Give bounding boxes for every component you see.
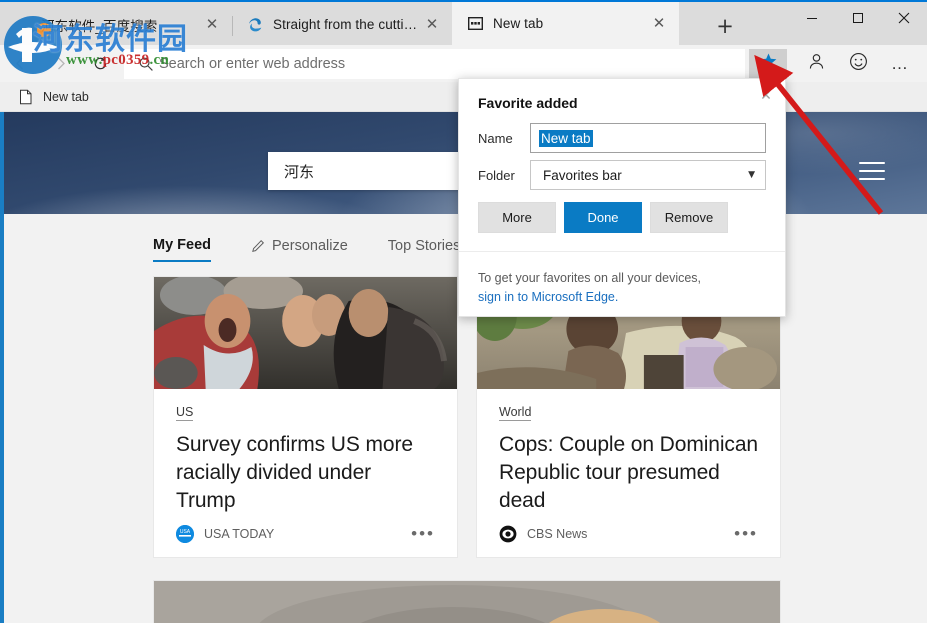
news-card[interactable]: US Survey confirms US more racially divi… xyxy=(153,276,458,558)
news-card-source: USA TODAY xyxy=(204,527,275,541)
card-row: US Survey confirms US more racially divi… xyxy=(153,276,853,558)
baidu-icon xyxy=(14,16,32,34)
toolbar-right-actions: … xyxy=(749,48,927,80)
tab-divider xyxy=(232,16,233,36)
star-icon xyxy=(759,52,778,76)
dialog-note-text: To get your favorites on all your device… xyxy=(478,271,702,285)
address-placeholder: Search or enter web address xyxy=(159,55,346,72)
favorite-added-dialog: ✕ Favorite added Name New tab Folder Fav… xyxy=(458,78,786,317)
tab-baidu[interactable]: 河东软件_百度搜索 ✕ xyxy=(0,4,232,45)
dialog-close-icon[interactable]: ✕ xyxy=(755,85,777,107)
dialog-buttons: More Done Remove xyxy=(478,202,736,233)
page-icon xyxy=(18,89,34,105)
done-button[interactable]: Done xyxy=(564,202,642,233)
dialog-signin-note: To get your favorites on all your device… xyxy=(478,269,701,307)
news-card-image xyxy=(154,277,457,389)
tab-title: New tab xyxy=(493,16,544,31)
news-card-footer: USA USA TODAY ••• xyxy=(154,515,457,557)
news-card-body: World Cops: Couple on Dominican Republic… xyxy=(477,389,780,515)
bookmark-name-value: New tab xyxy=(539,129,593,147)
title-bar: 河东软件_百度搜索 ✕ Straight from the cutting ed… xyxy=(0,0,927,45)
news-card-title[interactable]: Survey confirms US more racially divided… xyxy=(176,431,435,515)
feed-tab-bar: My Feed Personalize Top Stories xyxy=(153,237,500,262)
favorites-star-button[interactable] xyxy=(749,48,787,79)
maximize-icon[interactable] xyxy=(835,2,881,34)
sign-in-link[interactable]: sign in to Microsoft Edge. xyxy=(478,290,618,304)
more-button[interactable]: More xyxy=(478,202,556,233)
feed-tab-label: Personalize xyxy=(272,238,348,254)
person-icon xyxy=(807,52,826,76)
feedback-smiley-button[interactable] xyxy=(837,48,879,80)
newtab-icon xyxy=(466,15,484,33)
page-search-value: 河东 xyxy=(284,162,315,181)
news-card-source: CBS News xyxy=(527,527,588,541)
search-icon xyxy=(133,56,159,72)
tab-close-icon[interactable]: ✕ xyxy=(647,12,671,36)
news-card-more-button[interactable]: ••• xyxy=(411,525,435,542)
card-grid: US Survey confirms US more racially divi… xyxy=(153,276,853,623)
svg-text:USA: USA xyxy=(180,529,191,535)
edge-icon xyxy=(246,16,264,34)
smiley-icon xyxy=(849,52,868,76)
news-card-footer: CBS News ••• xyxy=(477,515,780,557)
news-card-more-button[interactable]: ••• xyxy=(734,525,758,542)
dialog-name-row: Name New tab xyxy=(478,123,766,153)
profile-button[interactable] xyxy=(795,48,837,80)
card-row xyxy=(153,580,853,623)
window-controls xyxy=(789,2,927,34)
tab-close-icon[interactable]: ✕ xyxy=(200,13,224,37)
bookmark-folder-select[interactable]: Favorites bar ▼ xyxy=(530,160,766,190)
favorite-item-new-tab[interactable]: New tab xyxy=(8,85,97,109)
dialog-folder-row: Folder Favorites bar ▼ xyxy=(478,160,766,190)
tab-straight-from-the-cutting-edge[interactable]: Straight from the cutting edge ✕ xyxy=(232,4,452,45)
minimize-icon[interactable] xyxy=(789,2,835,34)
tab-strip: 河东软件_百度搜索 ✕ Straight from the cutting ed… xyxy=(0,2,679,45)
favorite-item-label: New tab xyxy=(43,89,89,104)
news-card-title[interactable]: Cops: Couple on Dominican Republic tour … xyxy=(499,431,758,515)
address-bar[interactable]: Search or enter web address xyxy=(124,48,745,79)
edge-browser-window: 河东软件_百度搜索 ✕ Straight from the cutting ed… xyxy=(0,0,927,623)
feed-tab-label: Top Stories xyxy=(387,238,461,254)
tab-title: Straight from the cutting edge xyxy=(273,17,420,32)
news-card-image xyxy=(154,581,780,623)
forward-button[interactable] xyxy=(40,47,80,81)
bookmark-name-input[interactable]: New tab xyxy=(530,123,766,153)
news-card-category[interactable]: World xyxy=(499,405,532,421)
dialog-title: Favorite added xyxy=(478,95,578,111)
news-card-category[interactable]: US xyxy=(176,405,194,421)
close-icon[interactable] xyxy=(881,2,927,34)
source-logo-icon: USA xyxy=(176,525,194,543)
settings-more-button[interactable]: … xyxy=(879,48,921,80)
pencil-icon xyxy=(251,239,265,253)
dialog-name-label: Name xyxy=(478,130,513,146)
page-settings-hamburger-icon[interactable] xyxy=(859,162,885,182)
news-card-body: US Survey confirms US more racially divi… xyxy=(154,389,457,515)
remove-button[interactable]: Remove xyxy=(650,202,728,233)
feed-tab-personalize[interactable]: Personalize xyxy=(251,238,348,261)
feed-tab-label: My Feed xyxy=(153,237,212,253)
bookmark-folder-value: Favorites bar xyxy=(543,167,622,183)
refresh-button[interactable] xyxy=(80,47,120,81)
news-card[interactable] xyxy=(153,580,781,623)
dialog-divider xyxy=(459,251,785,252)
tab-close-icon[interactable]: ✕ xyxy=(420,13,444,37)
tab-new-tab[interactable]: New tab ✕ xyxy=(452,2,679,45)
back-button[interactable] xyxy=(0,47,40,81)
dialog-folder-label: Folder xyxy=(478,167,515,183)
tab-title: 河东软件_百度搜索 xyxy=(41,18,158,34)
source-logo-icon xyxy=(499,525,517,543)
feed-tab-my-feed[interactable]: My Feed xyxy=(153,237,212,262)
chevron-down-icon: ▼ xyxy=(748,170,755,180)
browser-toolbar: Search or enter web address … xyxy=(0,45,927,82)
feed-tab-top-stories[interactable]: Top Stories xyxy=(388,238,461,261)
news-card[interactable]: World Cops: Couple on Dominican Republic… xyxy=(476,276,781,558)
new-tab-button[interactable]: + xyxy=(706,10,744,42)
